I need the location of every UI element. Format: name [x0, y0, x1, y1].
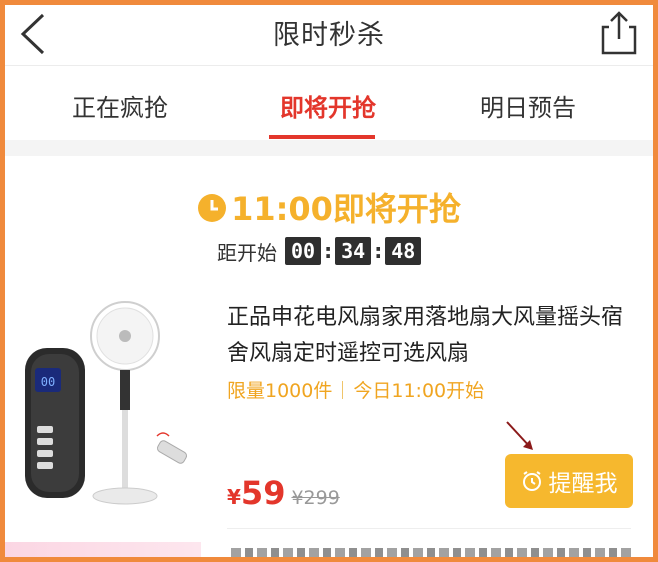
currency-symbol: ¥	[227, 485, 241, 509]
clock-icon	[198, 194, 227, 222]
original-price: ¥299	[291, 487, 340, 509]
tab-bar: 正在疯抢 即将开抢 明日预告	[5, 66, 653, 140]
remind-me-label: 提醒我	[548, 471, 618, 497]
countdown-separator: :	[374, 239, 383, 263]
section-gap	[5, 140, 653, 156]
tab-now-grabbing[interactable]: 正在疯抢	[25, 88, 215, 123]
active-tab-indicator	[269, 135, 375, 139]
product-image[interactable]: 00	[17, 296, 217, 516]
countdown-seconds: 48	[385, 237, 422, 265]
tab-tomorrow-preview[interactable]: 明日预告	[433, 88, 623, 123]
top-bar: 限时秒杀	[5, 5, 653, 66]
limit-divider	[342, 381, 344, 399]
session-start-row: 11:00即将开抢	[5, 184, 653, 230]
item-divider	[227, 528, 631, 529]
product-name[interactable]: 正品申花电风扇家用落地扇大风量摇头宿舍风扇定时遥控可选风扇	[227, 300, 637, 372]
share-button[interactable]	[597, 9, 641, 57]
limit-quantity: 限量1000件	[227, 380, 333, 402]
limit-info: 限量1000件 今日11:00开始	[227, 376, 484, 403]
fan-illustration: 00	[25, 301, 188, 505]
flash-sale-card: 11:00即将开抢 距开始 00 : 34 : 48 00 正品申花电风扇家用落…	[5, 156, 653, 562]
countdown-label: 距开始	[217, 240, 277, 265]
next-item-image-peek	[5, 542, 201, 562]
sale-price: 59	[240, 474, 286, 512]
svg-text:00: 00	[41, 375, 55, 389]
countdown-separator: :	[324, 239, 333, 263]
tab-coming-soon[interactable]: 即将开抢	[233, 88, 423, 123]
sale-start-time: 今日11:00开始	[353, 380, 485, 402]
countdown-hours: 00	[285, 237, 322, 265]
countdown-minutes: 34	[335, 237, 372, 265]
next-item-title-peek	[231, 548, 631, 562]
share-icon	[601, 11, 637, 55]
remind-me-button[interactable]: 提醒我	[505, 454, 633, 508]
arrow-annotation-icon	[506, 421, 533, 450]
session-start-text: 11:00即将开抢	[231, 190, 461, 228]
alarm-clock-icon	[522, 471, 541, 491]
countdown: 距开始 00 : 34 : 48	[217, 234, 422, 268]
price-row: ¥59 ¥299	[227, 474, 340, 512]
page-title: 限时秒杀	[273, 20, 385, 51]
